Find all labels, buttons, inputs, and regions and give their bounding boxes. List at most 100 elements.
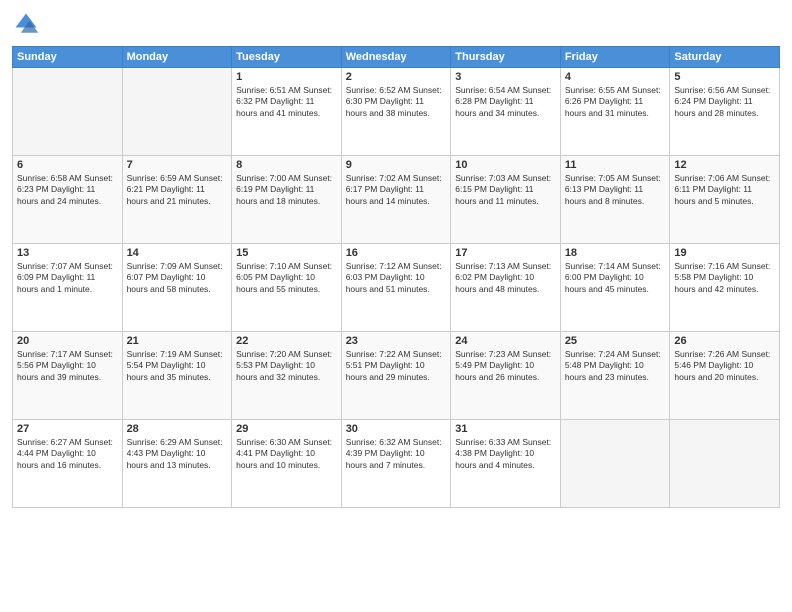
- day-number: 2: [346, 71, 447, 83]
- day-number: 4: [565, 71, 666, 83]
- calendar-cell: 12 Sunrise: 7:06 AM Sunset: 6:11 PM Dayli…: [670, 156, 780, 244]
- calendar-header-tuesday: Tuesday: [232, 47, 342, 68]
- day-number: 11: [565, 159, 666, 171]
- calendar-week-5: 27 Sunrise: 6:27 AM Sunset: 4:44 PM Dayli…: [13, 420, 780, 508]
- day-info: Sunrise: 7:26 AM Sunset: 5:46 PM Dayligh…: [674, 349, 775, 383]
- day-info: Sunrise: 6:30 AM Sunset: 4:41 PM Dayligh…: [236, 437, 337, 471]
- day-info: Sunrise: 7:07 AM Sunset: 6:09 PM Dayligh…: [17, 261, 118, 295]
- day-number: 26: [674, 335, 775, 347]
- day-info: Sunrise: 7:12 AM Sunset: 6:03 PM Dayligh…: [346, 261, 447, 295]
- day-info: Sunrise: 7:17 AM Sunset: 5:56 PM Dayligh…: [17, 349, 118, 383]
- day-number: 5: [674, 71, 775, 83]
- day-info: Sunrise: 7:03 AM Sunset: 6:15 PM Dayligh…: [455, 173, 556, 207]
- calendar-cell: [122, 68, 232, 156]
- header: [12, 10, 780, 38]
- day-number: 29: [236, 423, 337, 435]
- calendar-cell: 31 Sunrise: 6:33 AM Sunset: 4:38 PM Dayli…: [451, 420, 561, 508]
- day-info: Sunrise: 7:00 AM Sunset: 6:19 PM Dayligh…: [236, 173, 337, 207]
- day-number: 6: [17, 159, 118, 171]
- calendar-cell: 9Sunrise: 7:02 AM Sunset: 6:17 PM Daylig…: [341, 156, 451, 244]
- calendar-cell: 22 Sunrise: 7:20 AM Sunset: 5:53 PM Dayli…: [232, 332, 342, 420]
- day-info: Sunrise: 6:27 AM Sunset: 4:44 PM Dayligh…: [17, 437, 118, 471]
- calendar-cell: 4Sunrise: 6:55 AM Sunset: 6:26 PM Daylig…: [560, 68, 670, 156]
- calendar-cell: 2 Sunrise: 6:52 AM Sunset: 6:30 PM Daylig…: [341, 68, 451, 156]
- calendar-cell: [13, 68, 123, 156]
- day-number: 25: [565, 335, 666, 347]
- page: SundayMondayTuesdayWednesdayThursdayFrid…: [0, 0, 792, 612]
- day-number: 7: [127, 159, 228, 171]
- day-number: 16: [346, 247, 447, 259]
- day-number: 9: [346, 159, 447, 171]
- calendar-cell: 20 Sunrise: 7:17 AM Sunset: 5:56 PM Dayli…: [13, 332, 123, 420]
- day-info: Sunrise: 7:24 AM Sunset: 5:48 PM Dayligh…: [565, 349, 666, 383]
- day-info: Sunrise: 6:59 AM Sunset: 6:21 PM Dayligh…: [127, 173, 228, 207]
- day-info: Sunrise: 7:20 AM Sunset: 5:53 PM Dayligh…: [236, 349, 337, 383]
- calendar-cell: [670, 420, 780, 508]
- day-info: Sunrise: 7:10 AM Sunset: 6:05 PM Dayligh…: [236, 261, 337, 295]
- calendar-header-wednesday: Wednesday: [341, 47, 451, 68]
- day-info: Sunrise: 7:16 AM Sunset: 5:58 PM Dayligh…: [674, 261, 775, 295]
- calendar-cell: 7 Sunrise: 6:59 AM Sunset: 6:21 PM Daylig…: [122, 156, 232, 244]
- day-info: Sunrise: 6:33 AM Sunset: 4:38 PM Dayligh…: [455, 437, 556, 471]
- day-info: Sunrise: 7:19 AM Sunset: 5:54 PM Dayligh…: [127, 349, 228, 383]
- calendar-cell: [560, 420, 670, 508]
- calendar-cell: 27 Sunrise: 6:27 AM Sunset: 4:44 PM Dayli…: [13, 420, 123, 508]
- day-info: Sunrise: 6:32 AM Sunset: 4:39 PM Dayligh…: [346, 437, 447, 471]
- day-number: 21: [127, 335, 228, 347]
- day-number: 8: [236, 159, 337, 171]
- calendar-cell: 1 Sunrise: 6:51 AM Sunset: 6:32 PM Daylig…: [232, 68, 342, 156]
- day-number: 22: [236, 335, 337, 347]
- calendar-cell: 15 Sunrise: 7:10 AM Sunset: 6:05 PM Dayli…: [232, 244, 342, 332]
- day-number: 1: [236, 71, 337, 83]
- calendar-cell: 17 Sunrise: 7:13 AM Sunset: 6:02 PM Dayli…: [451, 244, 561, 332]
- calendar-cell: 25 Sunrise: 7:24 AM Sunset: 5:48 PM Dayli…: [560, 332, 670, 420]
- day-number: 31: [455, 423, 556, 435]
- day-info: Sunrise: 7:23 AM Sunset: 5:49 PM Dayligh…: [455, 349, 556, 383]
- day-info: Sunrise: 7:13 AM Sunset: 6:02 PM Dayligh…: [455, 261, 556, 295]
- day-info: Sunrise: 7:14 AM Sunset: 6:00 PM Dayligh…: [565, 261, 666, 295]
- calendar-header-sunday: Sunday: [13, 47, 123, 68]
- day-number: 18: [565, 247, 666, 259]
- calendar-header-row: SundayMondayTuesdayWednesdayThursdayFrid…: [13, 47, 780, 68]
- day-info: Sunrise: 6:52 AM Sunset: 6:30 PM Dayligh…: [346, 85, 447, 119]
- day-info: Sunrise: 7:06 AM Sunset: 6:11 PM Dayligh…: [674, 173, 775, 207]
- calendar-cell: 24 Sunrise: 7:23 AM Sunset: 5:49 PM Dayli…: [451, 332, 561, 420]
- calendar-week-1: 1 Sunrise: 6:51 AM Sunset: 6:32 PM Daylig…: [13, 68, 780, 156]
- calendar-cell: 30Sunrise: 6:32 AM Sunset: 4:39 PM Dayli…: [341, 420, 451, 508]
- calendar-week-2: 6Sunrise: 6:58 AM Sunset: 6:23 PM Daylig…: [13, 156, 780, 244]
- calendar-cell: 6Sunrise: 6:58 AM Sunset: 6:23 PM Daylig…: [13, 156, 123, 244]
- day-info: Sunrise: 6:29 AM Sunset: 4:43 PM Dayligh…: [127, 437, 228, 471]
- day-info: Sunrise: 7:05 AM Sunset: 6:13 PM Dayligh…: [565, 173, 666, 207]
- calendar-cell: 8 Sunrise: 7:00 AM Sunset: 6:19 PM Daylig…: [232, 156, 342, 244]
- day-number: 28: [127, 423, 228, 435]
- calendar-cell: 16 Sunrise: 7:12 AM Sunset: 6:03 PM Dayli…: [341, 244, 451, 332]
- day-number: 17: [455, 247, 556, 259]
- day-number: 15: [236, 247, 337, 259]
- calendar-cell: 28 Sunrise: 6:29 AM Sunset: 4:43 PM Dayli…: [122, 420, 232, 508]
- day-number: 20: [17, 335, 118, 347]
- day-number: 12: [674, 159, 775, 171]
- calendar-week-3: 13Sunrise: 7:07 AM Sunset: 6:09 PM Dayli…: [13, 244, 780, 332]
- calendar-cell: 13Sunrise: 7:07 AM Sunset: 6:09 PM Dayli…: [13, 244, 123, 332]
- day-info: Sunrise: 6:51 AM Sunset: 6:32 PM Dayligh…: [236, 85, 337, 119]
- day-number: 19: [674, 247, 775, 259]
- calendar-cell: 11 Sunrise: 7:05 AM Sunset: 6:13 PM Dayli…: [560, 156, 670, 244]
- day-number: 14: [127, 247, 228, 259]
- day-number: 27: [17, 423, 118, 435]
- day-number: 3: [455, 71, 556, 83]
- calendar-cell: 23Sunrise: 7:22 AM Sunset: 5:51 PM Dayli…: [341, 332, 451, 420]
- calendar-table: SundayMondayTuesdayWednesdayThursdayFrid…: [12, 46, 780, 508]
- day-number: 24: [455, 335, 556, 347]
- logo-icon: [12, 10, 40, 38]
- calendar-header-thursday: Thursday: [451, 47, 561, 68]
- calendar-cell: 26 Sunrise: 7:26 AM Sunset: 5:46 PM Dayli…: [670, 332, 780, 420]
- calendar-cell: 19 Sunrise: 7:16 AM Sunset: 5:58 PM Dayli…: [670, 244, 780, 332]
- calendar-week-4: 20 Sunrise: 7:17 AM Sunset: 5:56 PM Dayli…: [13, 332, 780, 420]
- day-number: 10: [455, 159, 556, 171]
- day-number: 23: [346, 335, 447, 347]
- calendar-header-friday: Friday: [560, 47, 670, 68]
- calendar-cell: 21 Sunrise: 7:19 AM Sunset: 5:54 PM Dayli…: [122, 332, 232, 420]
- calendar-cell: 18 Sunrise: 7:14 AM Sunset: 6:00 PM Dayli…: [560, 244, 670, 332]
- day-info: Sunrise: 6:56 AM Sunset: 6:24 PM Dayligh…: [674, 85, 775, 119]
- calendar-header-monday: Monday: [122, 47, 232, 68]
